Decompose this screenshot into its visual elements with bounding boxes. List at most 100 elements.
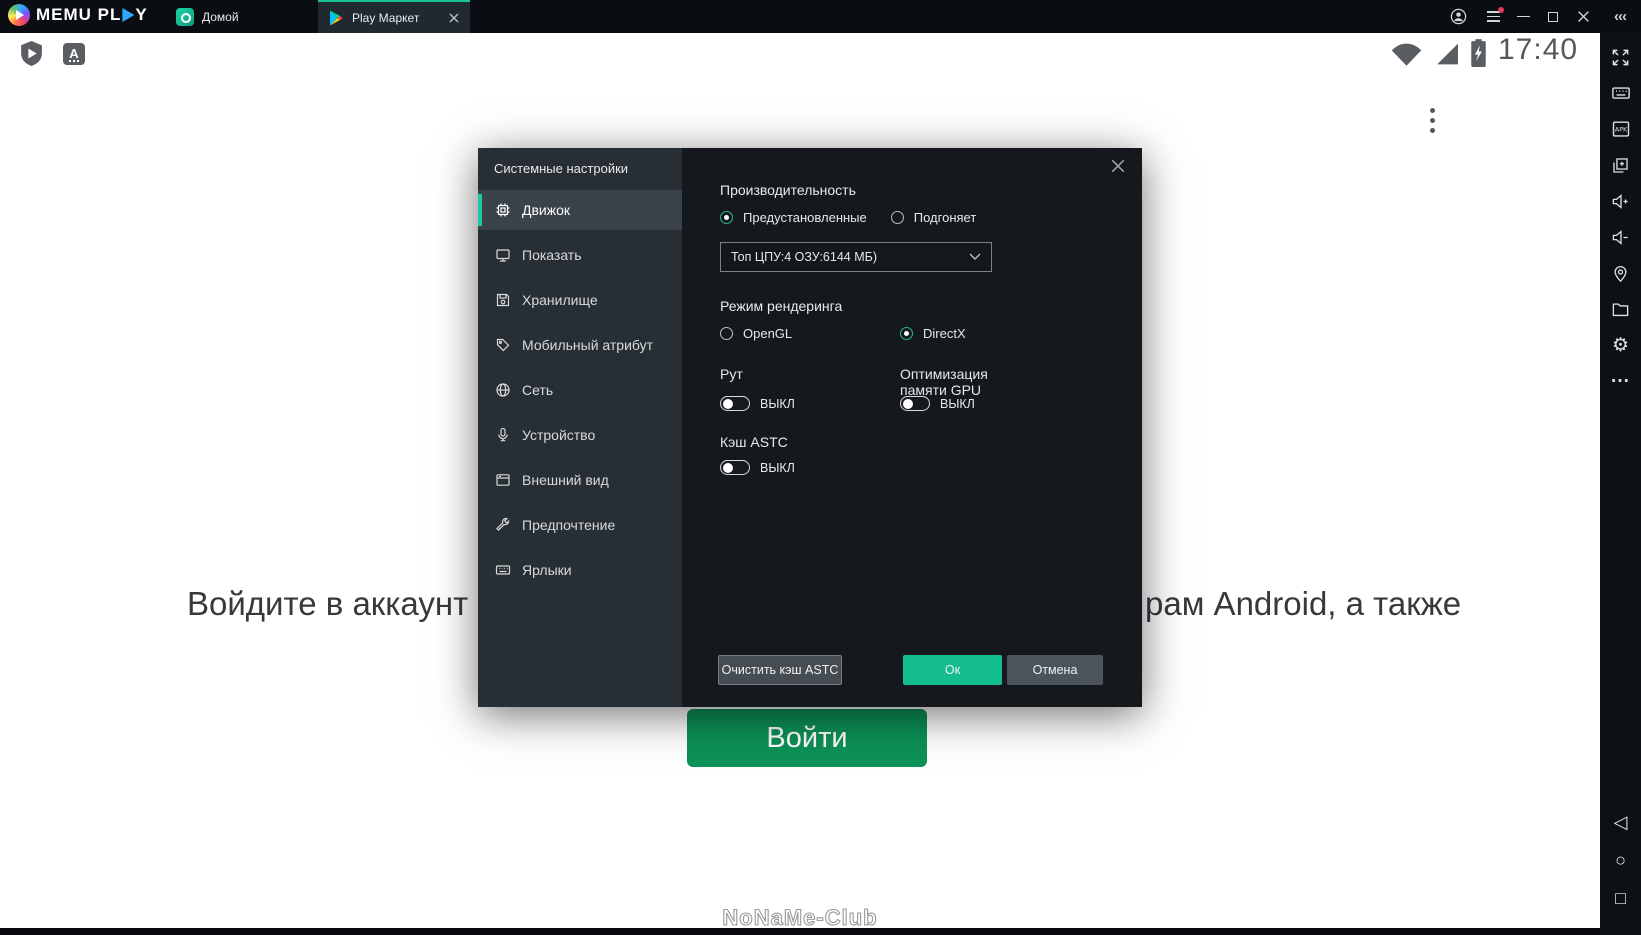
maximize-icon	[1548, 11, 1558, 22]
astc-label: Кэш ASTC	[720, 434, 788, 450]
close-button[interactable]	[1574, 0, 1592, 33]
tab-close-icon[interactable]	[448, 12, 460, 24]
settings-sidebar: Системные настройки Движок Показать Хран…	[478, 148, 682, 707]
performance-label: Производительность	[720, 182, 856, 198]
home-tab-icon	[176, 7, 194, 26]
bottom-strip	[0, 928, 1600, 935]
root-state: ВЫКЛ	[760, 396, 795, 411]
gpu-label: Оптимизация памяти GPU	[900, 366, 988, 398]
dialog-title: Системные настройки	[494, 161, 629, 176]
radio-directx[interactable]	[900, 327, 913, 340]
minimize-icon	[1516, 15, 1530, 18]
sidebar-item-network[interactable]: Сеть	[478, 370, 682, 410]
cancel-button[interactable]: Отмена	[1007, 655, 1103, 685]
shared-folder-icon[interactable]	[1600, 291, 1641, 327]
settings-gear-icon[interactable]: ⚙	[1600, 327, 1641, 363]
nav-home-icon[interactable]: ○	[1615, 850, 1626, 871]
radio-custom-label: Подгоняет	[913, 210, 977, 225]
radio-opengl[interactable]	[720, 327, 733, 340]
chip-icon	[496, 203, 510, 217]
nav-back-icon[interactable]: ◁	[1614, 812, 1628, 833]
clear-astc-cache-button[interactable]: Очистить кэш ASTC	[718, 655, 842, 685]
dialog-buttons: Очистить кэш ASTC Ок Отмена	[718, 655, 1106, 685]
signal-icon	[1437, 43, 1458, 65]
memu-logo-text: MEMU PL Y	[36, 5, 148, 25]
render-mode-radio-row: OpenGL DirectX	[720, 326, 966, 341]
preset-dropdown[interactable]: Топ ЦПУ:4 ОЗУ:6144 МБ)	[720, 242, 992, 272]
android-nav-buttons: ◁ ○ □	[1600, 812, 1641, 909]
multi-instance-icon[interactable]	[1600, 147, 1641, 183]
nav-recents-icon[interactable]: □	[1615, 888, 1626, 909]
sidebar-item-label: Устройство	[522, 427, 596, 443]
radio-preset[interactable]	[720, 211, 733, 224]
battery-charging-icon	[1471, 39, 1486, 67]
collapse-toolbar-button[interactable]: ‹‹‹	[1607, 0, 1633, 33]
sidebar-item-mobile-attr[interactable]: Мобильный атрибут	[478, 325, 682, 365]
overflow-menu-icon[interactable]	[1430, 108, 1435, 133]
sidebar-item-preference[interactable]: Предпочтение	[478, 505, 682, 545]
minimize-button[interactable]	[1514, 0, 1532, 33]
logo-text-1: MEMU PL	[36, 5, 122, 24]
radio-directx-label: DirectX	[923, 326, 966, 341]
radio-opengl-label: OpenGL	[743, 326, 793, 341]
more-tools-icon[interactable]: ···	[1600, 363, 1641, 399]
astc-toggle[interactable]	[720, 460, 750, 475]
shortcuts-icon	[495, 565, 511, 575]
fullscreen-icon[interactable]	[1600, 39, 1641, 75]
dialog-close-icon[interactable]	[1110, 158, 1126, 174]
titlebar: MEMU PL Y Домой Play Маркет ‹‹‹	[0, 0, 1641, 33]
settings-panel: Производительность Предустановленные Под…	[682, 148, 1142, 707]
account-avatar[interactable]	[1449, 0, 1467, 33]
memu-logo: MEMU PL Y	[8, 4, 148, 26]
gpu-toggle[interactable]	[900, 396, 930, 411]
globe-icon	[496, 383, 510, 397]
ok-button[interactable]: Ок	[903, 655, 1002, 685]
device-icon	[498, 427, 508, 442]
toggles-row: ВЫКЛ ВЫКЛ	[720, 396, 975, 411]
close-icon	[1577, 11, 1589, 22]
svg-text:APK: APK	[1614, 127, 1627, 134]
astc-state: ВЫКЛ	[760, 460, 795, 475]
sidebar-item-engine[interactable]: Движок	[478, 190, 682, 230]
astc-toggle-row: ВЫКЛ	[720, 460, 795, 475]
radio-custom[interactable]	[890, 211, 904, 224]
appearance-icon	[496, 474, 510, 486]
sidebar-item-display[interactable]: Показать	[478, 235, 682, 275]
tab-play-market[interactable]: Play Маркет	[318, 0, 470, 33]
tag-icon	[496, 338, 510, 352]
statusbar-left: A	[18, 40, 85, 67]
toolbar-icons: APK ⚙ ···	[1600, 39, 1641, 399]
hamburger-icon	[1486, 7, 1504, 22]
sidebar-item-appearance[interactable]: Внешний вид	[478, 460, 682, 500]
dots-glyph: ···	[1611, 370, 1630, 392]
gpu-state: ВЫКЛ	[940, 396, 975, 411]
clock: 17:40	[1498, 33, 1579, 66]
volume-down-icon[interactable]	[1600, 219, 1641, 255]
logo-play-triangle-icon	[122, 8, 135, 22]
memu-emulator-window: MEMU PL Y Домой Play Маркет ‹‹‹ A 17:40 …	[0, 0, 1641, 935]
tab-home[interactable]: Домой	[176, 0, 239, 33]
chevron-down-icon	[969, 253, 981, 260]
play-tab-label: Play Маркет	[352, 10, 420, 25]
signin-button[interactable]: Войти	[687, 709, 927, 767]
virtual-keyboard-icon[interactable]	[1600, 75, 1641, 111]
root-toggle[interactable]	[720, 396, 750, 411]
wrench-icon	[496, 517, 510, 531]
apk-install-icon[interactable]: APK	[1600, 111, 1641, 147]
sidebar-item-storage[interactable]: Хранилище	[478, 280, 682, 320]
maximize-button[interactable]	[1544, 0, 1562, 33]
volume-up-icon[interactable]	[1600, 183, 1641, 219]
wifi-icon	[1391, 43, 1422, 66]
sidebar-item-label: Предпочтение	[522, 517, 616, 533]
main-menu-button[interactable]	[1484, 0, 1504, 33]
memu-logo-icon	[8, 4, 30, 26]
location-icon[interactable]	[1600, 255, 1641, 291]
sidebar-item-label: Внешний вид	[522, 472, 609, 488]
sidebar-item-device[interactable]: Устройство	[478, 415, 682, 455]
performance-radio-row: Предустановленные Подгоняет	[720, 210, 976, 225]
sidebar-item-label: Движок	[522, 202, 571, 218]
radio-preset-label: Предустановленные	[743, 210, 867, 225]
play-store-icon	[330, 10, 343, 25]
sidebar-item-label: Хранилище	[522, 292, 598, 308]
sidebar-item-shortcuts[interactable]: Ярлыки	[478, 550, 682, 590]
